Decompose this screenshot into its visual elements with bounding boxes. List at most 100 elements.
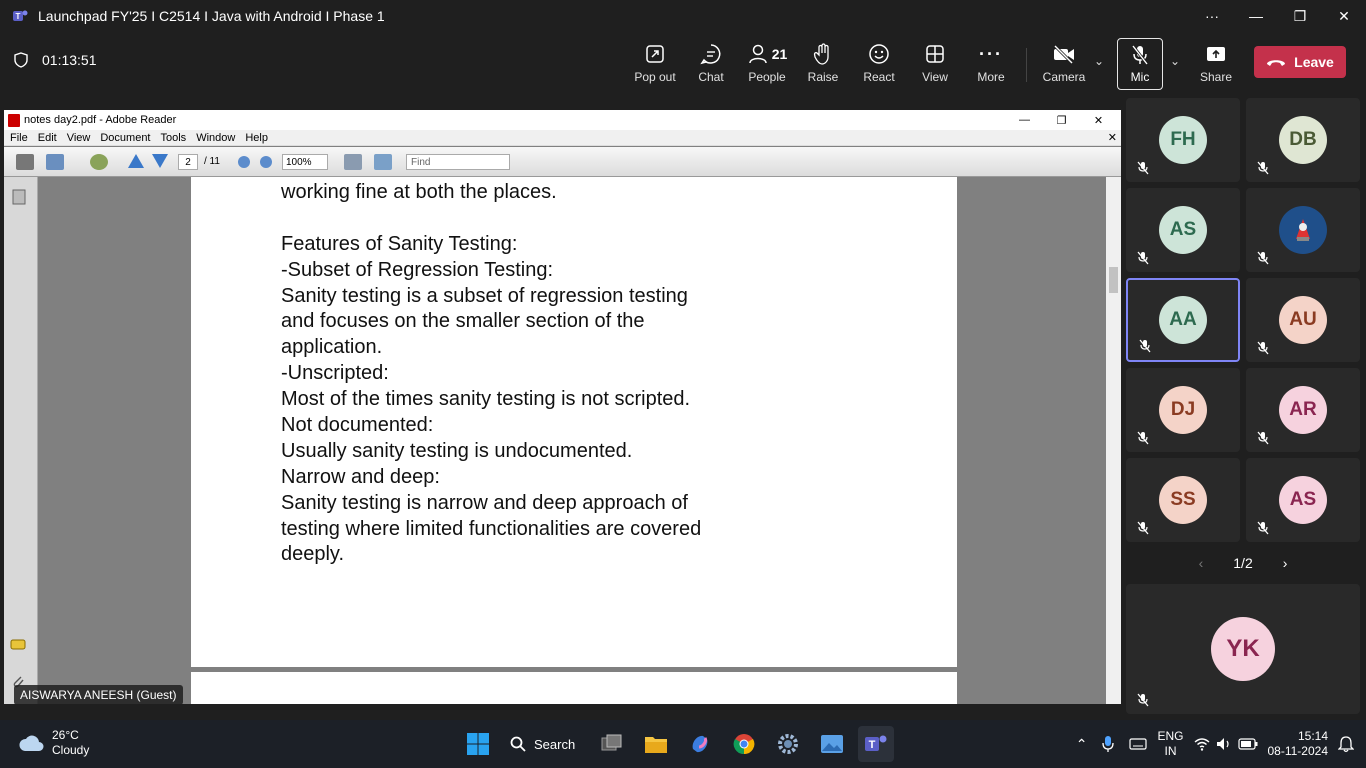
page-number-input[interactable]: 2 — [178, 154, 198, 170]
people-button[interactable]: 21 People — [739, 42, 795, 88]
menu-window[interactable]: Window — [196, 132, 235, 144]
teams-icon: T — [13, 10, 28, 21]
reader-restore-button[interactable]: ❐ — [1043, 110, 1080, 130]
wifi-icon[interactable] — [1194, 737, 1210, 751]
fit-width-icon[interactable] — [344, 154, 362, 170]
window-title: Launchpad FY'25 I C2514 I Java with Andr… — [38, 8, 385, 24]
file-explorer-button[interactable] — [638, 726, 674, 762]
react-button[interactable]: React — [851, 42, 907, 88]
photos-button[interactable] — [814, 726, 850, 762]
pdf-icon — [8, 113, 20, 127]
chat-button[interactable]: Chat — [683, 42, 739, 88]
participant-tile[interactable]: AU — [1246, 278, 1360, 362]
search-icon — [510, 736, 526, 752]
svg-text:T: T — [16, 12, 21, 21]
reader-minimize-button[interactable]: — — [1006, 110, 1043, 130]
weather-widget[interactable]: 26°C Cloudy — [18, 728, 89, 758]
next-page-icon[interactable]: › — [1283, 555, 1288, 571]
document-close-icon[interactable]: ✕ — [1108, 131, 1117, 144]
participant-tile[interactable]: SS — [1126, 458, 1240, 542]
battery-icon[interactable] — [1237, 738, 1258, 750]
menu-edit[interactable]: Edit — [38, 132, 57, 144]
print-icon[interactable] — [16, 154, 34, 170]
mic-muted-icon — [1137, 693, 1149, 707]
show-hidden-icons-chevron-icon[interactable]: ⌃ — [1076, 736, 1088, 753]
zoom-out-icon[interactable] — [238, 156, 250, 168]
keyboard-icon[interactable] — [1129, 737, 1148, 751]
menu-tools[interactable]: Tools — [161, 132, 187, 144]
pdf-line: Narrow and deep: — [281, 465, 440, 488]
pages-icon[interactable] — [12, 189, 26, 205]
menu-view[interactable]: View — [67, 132, 91, 144]
input-language[interactable]: ENG IN — [1157, 729, 1183, 759]
chrome-button[interactable] — [726, 726, 762, 762]
find-input[interactable]: Find — [406, 154, 510, 170]
cloud-icon — [19, 735, 44, 751]
page-total: / 11 — [204, 156, 220, 167]
mic-options-chevron-icon[interactable]: ⌄ — [1170, 54, 1180, 68]
scroll-thumb[interactable] — [1109, 267, 1118, 293]
prev-page-icon[interactable]: ‹ — [1199, 555, 1204, 571]
zoom-in-icon[interactable] — [260, 156, 272, 168]
camera-options-chevron-icon[interactable]: ⌄ — [1094, 54, 1104, 68]
volume-icon[interactable] — [1216, 737, 1232, 751]
popout-icon — [646, 45, 664, 63]
share-icon — [1207, 47, 1225, 61]
copilot-button[interactable] — [682, 726, 718, 762]
raise-button[interactable]: Raise — [795, 42, 851, 88]
fit-page-icon[interactable] — [374, 154, 392, 170]
save-icon[interactable] — [46, 154, 64, 170]
notification-bell-icon[interactable] — [1338, 735, 1354, 753]
participant-tile[interactable]: DB — [1246, 98, 1360, 182]
pdf-line — [281, 206, 701, 232]
avatar: AS — [1279, 476, 1327, 524]
popout-button[interactable]: Pop out — [627, 42, 683, 88]
share-button[interactable]: Share — [1188, 42, 1244, 88]
menu-document[interactable]: Document — [100, 132, 150, 144]
zoom-select[interactable]: 100% — [282, 154, 328, 170]
participant-tile[interactable]: AS — [1246, 458, 1360, 542]
participant-tile[interactable]: AS — [1126, 188, 1240, 272]
settings-button[interactable] — [770, 726, 806, 762]
taskbar-search[interactable]: Search — [504, 726, 586, 762]
microphone-icon[interactable] — [1101, 735, 1115, 753]
comments-icon[interactable] — [10, 639, 28, 653]
task-view-button[interactable] — [594, 726, 630, 762]
mic-button[interactable]: Mic — [1117, 38, 1163, 90]
participant-tile-large[interactable]: YK — [1126, 584, 1360, 714]
participant-tile[interactable]: DJ — [1126, 368, 1240, 452]
teams-taskbar-button[interactable]: T — [858, 726, 894, 762]
participant-tile[interactable]: FH — [1126, 98, 1240, 182]
collaborate-icon[interactable] — [90, 154, 108, 170]
more-options-icon[interactable]: ··· — [1190, 0, 1234, 32]
clock[interactable]: 15:14 08-11-2024 — [1268, 729, 1329, 759]
pdf-line: Sanity testing is narrow and deep approa… — [281, 491, 688, 514]
menu-help[interactable]: Help — [245, 132, 268, 144]
maximize-button[interactable]: ❐ — [1278, 0, 1322, 32]
close-button[interactable]: ✕ — [1322, 0, 1366, 32]
next-page-icon[interactable] — [152, 154, 168, 168]
mic-muted-icon — [1257, 341, 1269, 355]
shared-screen: notes day2.pdf - Adobe Reader — ❐ ✕ File… — [4, 110, 1121, 704]
reader-titlebar: notes day2.pdf - Adobe Reader — ❐ ✕ — [4, 110, 1121, 130]
participant-tile[interactable]: AR — [1246, 368, 1360, 452]
timer-text: 01:13:51 — [42, 52, 97, 68]
avatar: SS — [1159, 476, 1207, 524]
previous-page-icon[interactable] — [128, 154, 144, 168]
chrome-icon — [733, 734, 755, 755]
reader-close-button[interactable]: ✕ — [1080, 110, 1117, 130]
view-button[interactable]: View — [907, 42, 963, 88]
start-button[interactable] — [460, 726, 496, 762]
svg-text:T: T — [869, 739, 876, 751]
camera-button[interactable]: Camera — [1036, 42, 1092, 88]
more-button[interactable]: ··· More — [963, 42, 1019, 88]
camera-off-icon — [1053, 44, 1074, 64]
avatar: AS — [1159, 206, 1207, 254]
minimize-button[interactable]: — — [1234, 0, 1278, 32]
leave-button[interactable]: Leave — [1254, 46, 1346, 78]
participant-tile[interactable] — [1246, 188, 1360, 272]
shield-icon — [14, 52, 28, 68]
participant-tile[interactable]: AA — [1126, 278, 1240, 362]
vertical-scrollbar[interactable] — [1106, 177, 1121, 704]
menu-file[interactable]: File — [10, 132, 28, 144]
